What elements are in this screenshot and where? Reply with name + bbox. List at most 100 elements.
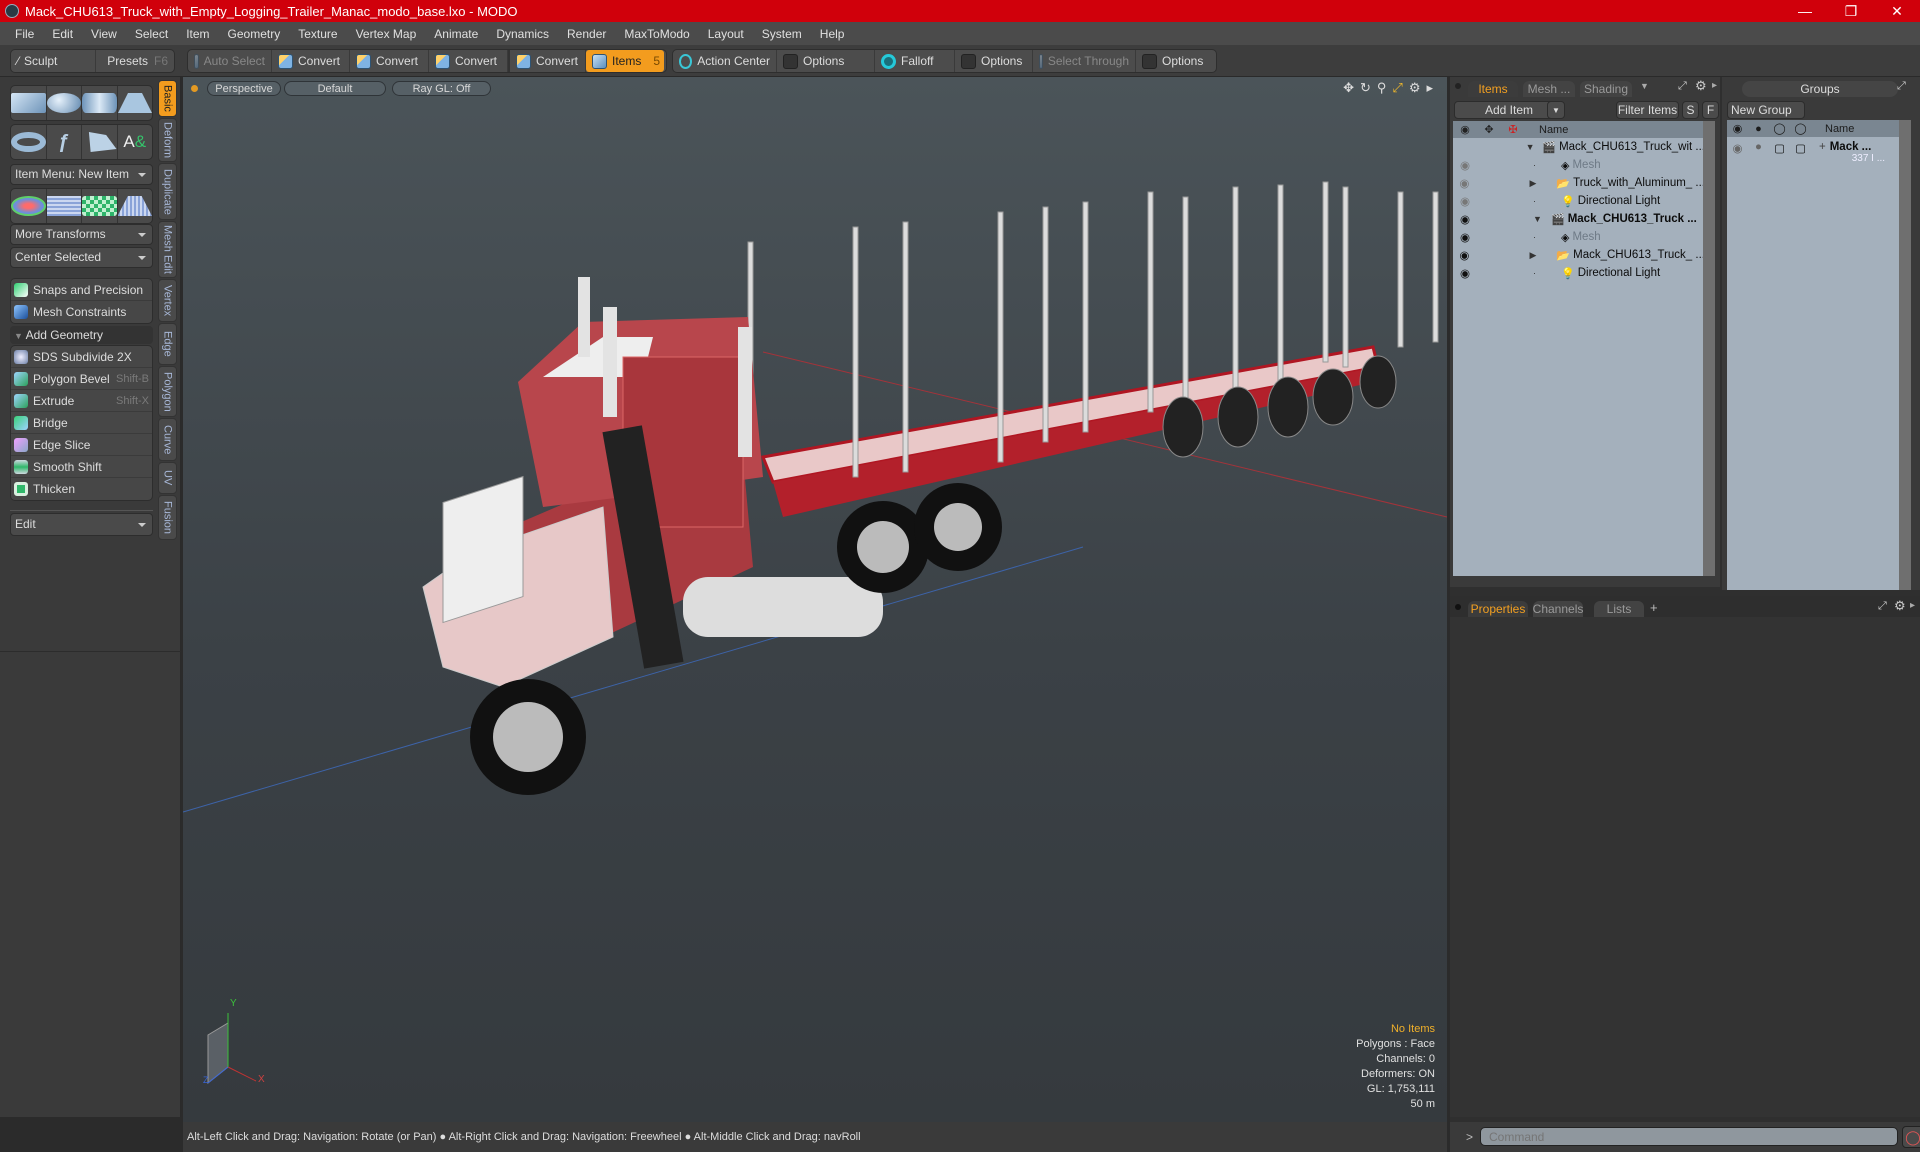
item-menu-dropdown[interactable]: Item Menu: New Item [10, 164, 153, 185]
menu-edit[interactable]: Edit [43, 27, 82, 41]
convert-items-button[interactable]: Convert [508, 50, 586, 72]
item-row[interactable]: ◉ ▼ 🎬Mack_CHU613_Truck_wit ... [1453, 138, 1705, 156]
action-center-button[interactable]: Action Center [673, 50, 777, 72]
maximize-button[interactable]: ❐ [1828, 0, 1874, 22]
tab-lists[interactable]: Lists [1594, 601, 1644, 617]
item-row[interactable]: ◉ ▶ 📂 Mack_CHU613_Truck_ ... [1453, 246, 1705, 264]
sculpt-button[interactable]: ⁄ Sculpt [11, 50, 96, 72]
menu-select[interactable]: Select [126, 27, 177, 41]
items-mode-button[interactable]: Items 5 [586, 50, 664, 72]
new-group-button[interactable]: New Group [1727, 101, 1805, 119]
select-through-button[interactable]: Select Through [1033, 50, 1136, 72]
presets-button[interactable]: Presets F6 [96, 50, 174, 72]
tab-uv[interactable]: UV [158, 462, 177, 494]
add-item-dropdown[interactable]: ▼ [1547, 101, 1565, 119]
snaps-and-precision-button[interactable]: Snaps and Precision [11, 279, 152, 301]
uv-tool[interactable] [82, 189, 118, 223]
expand-arrow-icon[interactable]: ▶ [1529, 178, 1550, 189]
item-row[interactable]: ◉ · 💡 Directional Light [1453, 192, 1705, 210]
pen-tool[interactable] [82, 125, 118, 159]
falloff-options-button[interactable]: Options [955, 50, 1033, 72]
eye-icon[interactable]: ◉ [1453, 194, 1477, 208]
collapse-arrow-icon[interactable]: ▼ [1526, 142, 1537, 152]
auto-select-button[interactable]: Auto Select [188, 50, 272, 72]
select-through-options-button[interactable]: Options [1136, 50, 1216, 72]
tab-duplicate[interactable]: Duplicate [158, 163, 177, 220]
tool-edge-slice[interactable]: Edge Slice [11, 434, 152, 456]
tab-properties[interactable]: Properties [1468, 601, 1528, 617]
menu-vertex-map[interactable]: Vertex Map [347, 27, 426, 41]
menu-system[interactable]: System [753, 27, 811, 41]
expand-arrow-icon[interactable]: ▸ [1712, 80, 1717, 91]
capsule-tool[interactable]: ƒ [47, 125, 82, 159]
tab-edge[interactable]: Edge [158, 323, 177, 365]
item-list-scrollbar[interactable] [1703, 121, 1715, 576]
cylinder-tool[interactable] [82, 86, 118, 120]
minimize-button[interactable]: — [1782, 0, 1828, 22]
item-row[interactable]: ◉ ▼ 🎬 Mack_CHU613_Truck ... [1453, 210, 1705, 228]
maximize-panel-icon[interactable]: ⤢ [1897, 80, 1906, 93]
filter-s-button[interactable]: S [1682, 101, 1699, 119]
perspective-plane-tool[interactable] [117, 189, 152, 223]
tab-mesh-edit[interactable]: Mesh Edit [158, 221, 177, 278]
tool-smooth-shift[interactable]: Smooth Shift [11, 456, 152, 478]
eye-icon[interactable]: ◉ [1453, 212, 1477, 226]
tab-items[interactable]: Items [1468, 81, 1518, 97]
convert-vertices-button[interactable]: Convert [272, 50, 350, 72]
add-geometry-header[interactable]: ▼ Add Geometry [10, 326, 153, 344]
eye-icon[interactable]: ◉ [1453, 140, 1475, 154]
add-tab-button[interactable]: + [1650, 600, 1658, 615]
menu-help[interactable]: Help [811, 27, 854, 41]
menu-layout[interactable]: Layout [699, 27, 753, 41]
mesh-constraints-button[interactable]: Mesh Constraints [11, 301, 152, 323]
text-tool[interactable]: A & [118, 125, 153, 159]
tab-fusion[interactable]: Fusion [158, 495, 177, 540]
filter-f-button[interactable]: F [1702, 101, 1719, 119]
render-icon[interactable]: ● [1748, 141, 1769, 153]
close-button[interactable]: ✕ [1874, 0, 1920, 22]
tab-curve[interactable]: Curve [158, 418, 177, 461]
convert-edges-button[interactable]: Convert [350, 50, 429, 72]
menu-animate[interactable]: Animate [425, 27, 487, 41]
falloff-button[interactable]: Falloff [875, 50, 955, 72]
select-checkbox[interactable]: ▢ [1790, 141, 1811, 155]
menu-maxtomodo[interactable]: MaxToModo [615, 27, 698, 41]
menu-render[interactable]: Render [558, 27, 615, 41]
gear-icon[interactable]: ⚙ [1894, 598, 1906, 614]
command-input[interactable] [1480, 1127, 1898, 1146]
item-row[interactable]: ◉ · 💡 Directional Light [1453, 264, 1705, 282]
menu-dynamics[interactable]: Dynamics [487, 27, 558, 41]
tab-shading[interactable]: Shading [1580, 81, 1632, 97]
action-center-options-button[interactable]: Options [777, 50, 875, 72]
cone-tool[interactable] [117, 86, 152, 120]
transform-tool[interactable] [11, 189, 47, 223]
group-row[interactable]: ◉ ● ▢ ▢ + Mack ... 337 I ... [1727, 137, 1900, 167]
collapse-arrow-icon[interactable]: ▼ [1533, 214, 1545, 224]
expand-arrow-icon[interactable]: ▶ [1529, 250, 1550, 261]
cube-tool[interactable] [11, 86, 47, 120]
tabs-dropdown-icon[interactable]: ▼ [1640, 81, 1649, 91]
3d-viewport[interactable]: Perspective Default Ray GL: Off ✥ ↻ ⚲ ⤢ … [183, 77, 1447, 1122]
menu-file[interactable]: File [6, 27, 43, 41]
menu-view[interactable]: View [82, 27, 126, 41]
tab-channels[interactable]: Channels [1533, 601, 1583, 617]
tab-deform[interactable]: Deform [158, 118, 177, 162]
menu-geometry[interactable]: Geometry [219, 27, 290, 41]
edit-dropdown[interactable]: Edit [10, 513, 153, 536]
eye-icon[interactable]: ◉ [1453, 230, 1477, 244]
maximize-panel-icon[interactable]: ⤢ [1678, 80, 1687, 93]
more-transforms-dropdown[interactable]: More Transforms [10, 224, 153, 245]
tool-bridge[interactable]: Bridge [11, 412, 152, 434]
center-selected-dropdown[interactable]: Center Selected [10, 247, 153, 268]
menu-item[interactable]: Item [177, 27, 218, 41]
eye-icon[interactable]: ◉ [1453, 266, 1477, 280]
menu-texture[interactable]: Texture [289, 27, 346, 41]
tool-polygon-bevel[interactable]: Polygon Bevel Shift-B [11, 368, 152, 390]
expand-arrow-icon[interactable]: ▸ [1910, 600, 1915, 611]
expand-plus-icon[interactable]: + [1819, 141, 1826, 153]
tab-vertex[interactable]: Vertex [158, 279, 177, 322]
tool-thicken[interactable]: Thicken [11, 478, 152, 500]
plane-tool[interactable] [46, 189, 82, 223]
lock-checkbox[interactable]: ▢ [1769, 141, 1790, 155]
item-row[interactable]: ◉ · ◈ Mesh [1453, 228, 1705, 246]
